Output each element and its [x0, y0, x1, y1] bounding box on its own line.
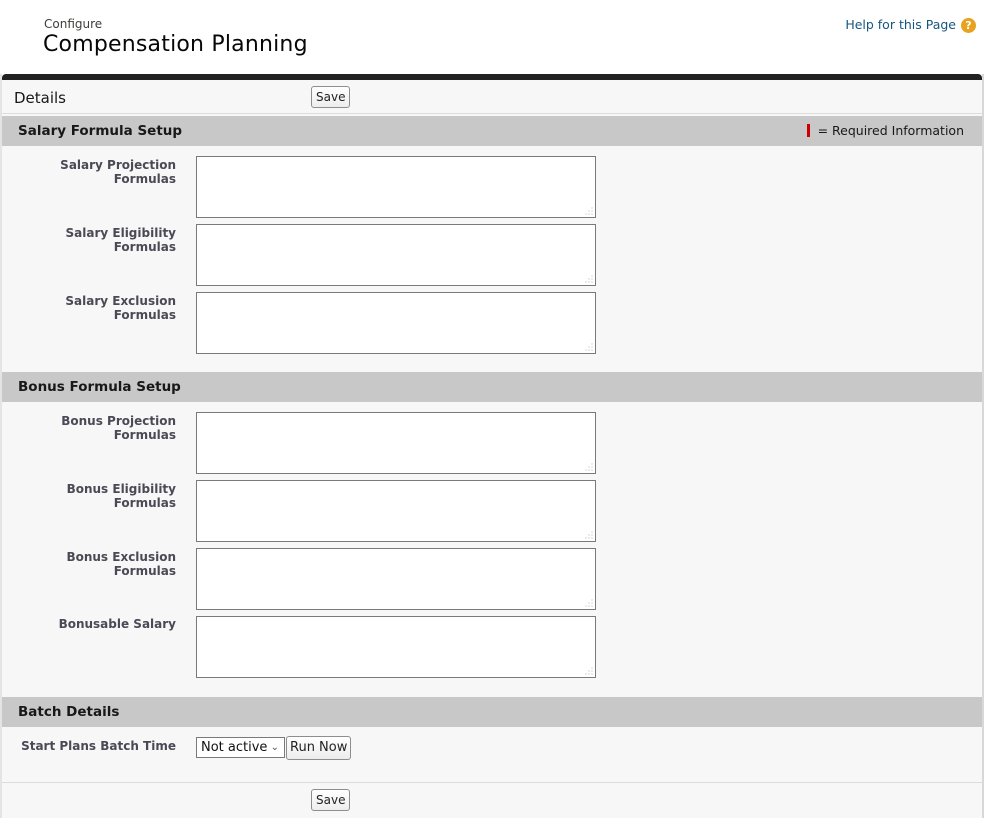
salary-eligibility-input[interactable]	[196, 224, 596, 286]
page-title: Compensation Planning	[43, 32, 308, 57]
run-now-button[interactable]: Run Now	[286, 736, 352, 760]
resize-grip-icon[interactable]	[585, 343, 593, 351]
batch-time-select[interactable]: Not active ⌄	[196, 737, 285, 758]
salary-projection-label: Salary Projection Formulas	[60, 158, 176, 186]
required-info-label: = Required Information	[817, 123, 964, 138]
required-marker-icon	[806, 124, 810, 137]
breadcrumb: Configure	[44, 17, 103, 31]
help-icon[interactable]: ?	[961, 18, 976, 33]
chevron-down-icon: ⌄	[270, 742, 279, 753]
resize-grip-icon[interactable]	[585, 463, 593, 471]
batch-section-title: Batch Details	[18, 704, 120, 720]
resize-grip-icon[interactable]	[585, 531, 593, 539]
page-header: Configure Compensation Planning Help for…	[0, 0, 984, 74]
bonusable-salary-input[interactable]	[196, 616, 596, 678]
bonus-exclusion-input[interactable]	[196, 548, 596, 610]
salary-section-header: Salary Formula Setup = Required Informat…	[2, 116, 982, 146]
help-link[interactable]: Help for this Page	[845, 17, 956, 32]
details-bar: Details Save	[2, 80, 982, 114]
salary-exclusion-input[interactable]	[196, 292, 596, 354]
save-button-bottom[interactable]: Save	[311, 789, 351, 811]
details-title: Details	[14, 89, 67, 107]
bonus-eligibility-input[interactable]	[196, 480, 596, 542]
bonus-eligibility-label: Bonus Eligibility Formulas	[66, 482, 176, 510]
bonus-projection-label: Bonus Projection Formulas	[61, 414, 176, 442]
required-info: = Required Information	[806, 123, 964, 138]
start-batch-time-label: Start Plans Batch Time	[21, 739, 176, 753]
bonus-section-title: Bonus Formula Setup	[18, 379, 181, 395]
footer-divider	[2, 782, 982, 783]
batch-time-select-value: Not active	[201, 740, 268, 755]
resize-grip-icon[interactable]	[585, 275, 593, 283]
bonusable-salary-label: Bonusable Salary	[58, 617, 176, 631]
salary-projection-input[interactable]	[196, 156, 596, 218]
resize-grip-icon[interactable]	[585, 667, 593, 675]
batch-section-header: Batch Details	[2, 697, 982, 727]
salary-exclusion-label: Salary Exclusion Formulas	[65, 294, 176, 322]
bonus-exclusion-label: Bonus Exclusion Formulas	[66, 550, 176, 578]
details-panel: Details Save Salary Formula Setup = Requ…	[2, 74, 982, 818]
resize-grip-icon[interactable]	[585, 207, 593, 215]
bonus-projection-input[interactable]	[196, 412, 596, 474]
resize-grip-icon[interactable]	[585, 599, 593, 607]
bonus-section-header: Bonus Formula Setup	[2, 372, 982, 402]
save-button-top[interactable]: Save	[311, 86, 351, 108]
salary-section-title: Salary Formula Setup	[18, 123, 183, 139]
salary-eligibility-label: Salary Eligibility Formulas	[65, 226, 176, 254]
